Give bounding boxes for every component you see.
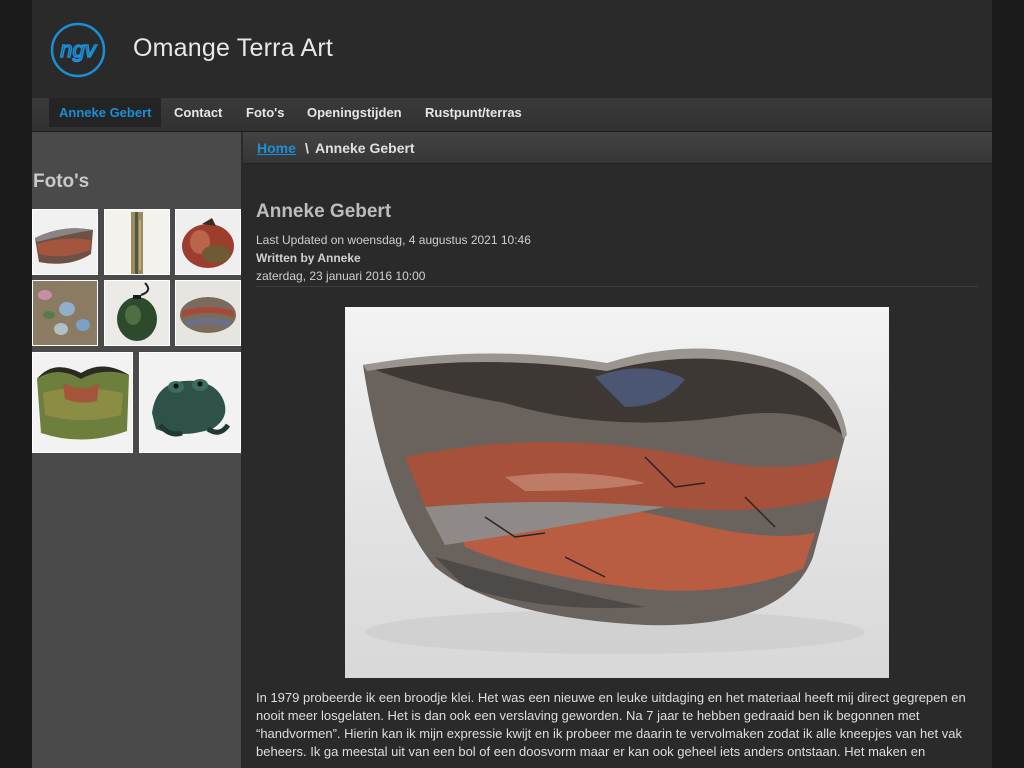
sidebar-title: Foto's	[33, 171, 90, 192]
article-title: Anneke Gebert	[256, 201, 392, 222]
thumb-frog[interactable]	[139, 352, 241, 453]
nav-item-rustpunt-terras[interactable]: Rustpunt/terras	[415, 98, 532, 127]
thumb-raku-bowl[interactable]	[32, 209, 98, 275]
breadcrumb-home-link[interactable]: Home	[257, 140, 296, 156]
article-last-updated: Last Updated on woensdag, 4 augustus 202…	[256, 233, 531, 247]
thumb-green-bowl[interactable]	[32, 352, 133, 453]
site-header: ngv Omange Terra Art	[32, 0, 992, 98]
thumb-round-pot[interactable]	[175, 209, 241, 275]
article-body: In 1979 probeerde ik een broodje klei. H…	[256, 690, 966, 759]
site-logo-icon[interactable]: ngv	[50, 22, 106, 78]
page-wrapper: ngv Omange Terra Art Anneke Gebert Conta…	[32, 0, 992, 768]
sidebar: Foto's	[32, 132, 241, 768]
article-hero-image	[345, 307, 889, 678]
thumb-green-lantern[interactable]	[104, 280, 170, 346]
thumb-garden-stones[interactable]	[32, 280, 98, 346]
site-title[interactable]: Omange Terra Art	[133, 34, 333, 63]
nav-item-fotos[interactable]: Foto's	[236, 98, 294, 127]
article-created-date: zaterdag, 23 januari 2016 10:00	[256, 269, 426, 283]
thumb-tall-vase[interactable]	[104, 209, 170, 275]
breadcrumb-current: Anneke Gebert	[315, 140, 415, 156]
thumb-oval-stone[interactable]	[175, 280, 241, 346]
nav-item-anneke-gebert[interactable]: Anneke Gebert	[49, 98, 162, 127]
nav-item-openingstijden[interactable]: Openingstijden	[297, 98, 412, 127]
breadcrumb: Home \ Anneke Gebert	[243, 132, 992, 164]
svg-text:ngv: ngv	[60, 37, 97, 62]
article-author: Written by Anneke	[256, 251, 361, 265]
main-nav: Anneke Gebert Contact Foto's Openingstij…	[32, 98, 992, 132]
breadcrumb-separator: \	[305, 140, 309, 156]
divider	[256, 286, 978, 287]
nav-item-contact[interactable]: Contact	[164, 98, 232, 127]
